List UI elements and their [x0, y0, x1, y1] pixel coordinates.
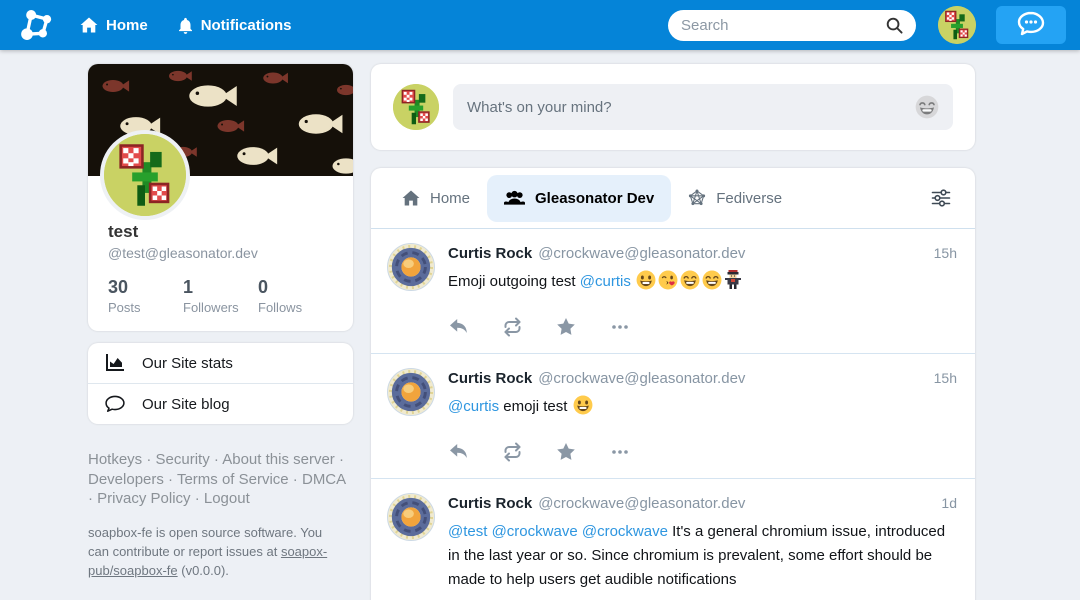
post-author-handle[interactable]: @crockwave@gleasonator.dev: [538, 244, 745, 264]
emoji-grinning-face: [636, 270, 656, 298]
more-button[interactable]: [610, 442, 632, 462]
about-text: soapbox-fe is open source software. You …: [88, 523, 340, 580]
emoji-grinning-face: [573, 395, 593, 423]
nav-home[interactable]: Home: [80, 17, 148, 34]
nav-home-label: Home: [106, 17, 148, 34]
home-icon: [80, 17, 98, 33]
site-blog-link[interactable]: Our Site blog: [88, 383, 353, 424]
footer-link-security[interactable]: Security: [156, 451, 210, 468]
compose-placeholder: What's on your mind?: [467, 99, 915, 116]
post-timestamp[interactable]: 15h: [934, 243, 957, 263]
search-input[interactable]: [681, 17, 886, 34]
favourite-button[interactable]: [556, 442, 578, 462]
post-actions: [448, 317, 957, 337]
home-icon: [402, 190, 420, 206]
footer-link-about-this-server[interactable]: About this server: [222, 451, 335, 468]
column-settings-icon[interactable]: [931, 188, 951, 208]
timeline-card: Home Gleasonator Dev Fediverse: [371, 168, 975, 600]
post-author-handle[interactable]: @crockwave@gleasonator.dev: [538, 369, 745, 389]
post-author-avatar[interactable]: [387, 368, 435, 416]
soapbox-logo-icon[interactable]: [16, 4, 58, 46]
chat-bubble-icon: [1016, 11, 1046, 40]
mention-link[interactable]: @crockwave: [492, 523, 578, 540]
site-blog-label: Our Site blog: [142, 396, 230, 413]
repost-button[interactable]: [502, 442, 524, 462]
stat-followers[interactable]: 1 Followers: [183, 277, 258, 315]
footer-link-terms-of-service[interactable]: Terms of Service: [177, 471, 289, 488]
group-icon: [504, 190, 525, 206]
profile-stats: 30 Posts 1 Followers 0 Follows: [88, 261, 353, 331]
post: Curtis Rock @crockwave@gleasonator.dev 1…: [371, 478, 975, 600]
emoji-custom-pixel-character: [724, 270, 742, 298]
emoji-beaming-face: [702, 270, 722, 298]
mention-link[interactable]: @crockwave: [582, 523, 668, 540]
search-bar: [668, 10, 916, 41]
nav-notifications-label: Notifications: [201, 17, 292, 34]
stat-follows[interactable]: 0 Follows: [258, 277, 333, 315]
site-stats-label: Our Site stats: [142, 355, 233, 372]
footer-links: Hotkeys · Security · About this server ·…: [88, 450, 346, 509]
bell-icon: [178, 17, 193, 34]
post: Curtis Rock @crockwave@gleasonator.dev 1…: [371, 229, 975, 353]
mention-link[interactable]: @curtis: [580, 273, 631, 290]
nav-notifications[interactable]: Notifications: [178, 17, 292, 34]
footer-link-hotkeys[interactable]: Hotkeys: [88, 451, 142, 468]
emoji-beaming-face: [680, 270, 700, 298]
tab-home[interactable]: Home: [385, 175, 487, 222]
post-timestamp[interactable]: 1d: [941, 493, 957, 513]
search-icon[interactable]: [886, 17, 903, 34]
chat-button[interactable]: [996, 6, 1066, 44]
speech-bubble-icon: [104, 395, 126, 413]
post-author-avatar[interactable]: [387, 243, 435, 291]
post-author-name[interactable]: Curtis Rock: [448, 369, 532, 389]
nav-profile-avatar[interactable]: [938, 6, 976, 44]
post-author-handle[interactable]: @crockwave@gleasonator.dev: [538, 494, 745, 514]
footer-link-logout[interactable]: Logout: [204, 490, 250, 507]
post-content: @test @crockwave @crockwave It's a gener…: [448, 520, 957, 592]
footer-link-dmca[interactable]: DMCA: [302, 471, 345, 488]
stat-posts[interactable]: 30 Posts: [108, 277, 183, 315]
footer-link-privacy-policy[interactable]: Privacy Policy: [97, 490, 190, 507]
favourite-button[interactable]: [556, 317, 578, 337]
main-column: What's on your mind? Home Gleasonator De…: [371, 64, 975, 600]
compose-card: What's on your mind?: [371, 64, 975, 150]
post-actions: [448, 442, 957, 462]
post-content: Emoji outgoing test @curtis: [448, 270, 957, 298]
timeline-tabs: Home Gleasonator Dev Fediverse: [371, 168, 975, 229]
post-author-name[interactable]: Curtis Rock: [448, 494, 532, 514]
post-author-avatar[interactable]: [387, 493, 435, 541]
compose-avatar[interactable]: [393, 84, 439, 130]
profile-handle: @test@gleasonator.dev: [108, 245, 333, 261]
footer-link-developers[interactable]: Developers: [88, 471, 164, 488]
top-navbar: Home Notifications: [0, 0, 1080, 50]
profile-card: test @test@gleasonator.dev 30 Posts 1 Fo…: [88, 64, 353, 331]
post-content: @curtis emoji test: [448, 395, 957, 423]
fediverse-icon: [688, 189, 706, 207]
compose-input[interactable]: What's on your mind?: [453, 84, 953, 130]
timeline-posts: Curtis Rock @crockwave@gleasonator.dev 1…: [371, 229, 975, 600]
site-stats-link[interactable]: Our Site stats: [88, 343, 353, 383]
post-timestamp[interactable]: 15h: [934, 368, 957, 388]
left-sidebar: test @test@gleasonator.dev 30 Posts 1 Fo…: [88, 64, 353, 580]
reply-button[interactable]: [448, 317, 470, 337]
tab-gleasonator-dev[interactable]: Gleasonator Dev: [487, 175, 671, 222]
sidebar-footer: Hotkeys · Security · About this server ·…: [88, 450, 346, 580]
post: Curtis Rock @crockwave@gleasonator.dev 1…: [371, 353, 975, 478]
chart-icon: [104, 354, 126, 372]
reply-button[interactable]: [448, 442, 470, 462]
site-links-card: Our Site stats Our Site blog: [88, 343, 353, 424]
mention-link[interactable]: @test: [448, 523, 487, 540]
emoji-picker-button[interactable]: [915, 95, 939, 119]
profile-avatar[interactable]: [100, 130, 190, 220]
profile-display-name: test: [108, 222, 333, 242]
emoji-face-blowing-kiss: [658, 270, 678, 298]
tab-fediverse[interactable]: Fediverse: [671, 174, 799, 222]
mention-link[interactable]: @curtis: [448, 398, 499, 415]
more-button[interactable]: [610, 317, 632, 337]
repost-button[interactable]: [502, 317, 524, 337]
post-author-name[interactable]: Curtis Rock: [448, 244, 532, 264]
